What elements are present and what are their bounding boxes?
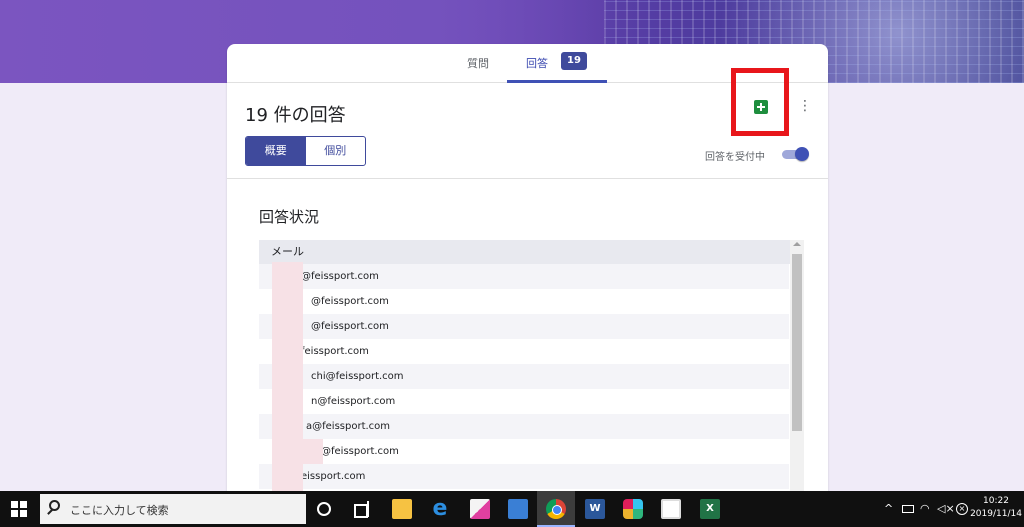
summary-view-button[interactable]: 概要 — [246, 137, 306, 165]
taskbar: ここに入力して検索 e W X ^ ◠ ◁× × 10:22 2019/11/1… — [0, 491, 1024, 527]
word-icon[interactable]: W — [585, 499, 605, 519]
task-view-icon[interactable] — [354, 501, 370, 518]
paint-icon[interactable] — [470, 499, 490, 519]
table-body: @feissport.com @feissport.com @feissport.c… — [259, 264, 804, 489]
volume-icon[interactable]: ◁× — [937, 501, 955, 517]
scroll-up-arrow[interactable] — [793, 242, 801, 246]
photos-icon[interactable] — [661, 499, 681, 519]
clock-date: 2019/11/14 — [970, 509, 1022, 519]
tab-responses[interactable]: 回答 — [526, 55, 548, 71]
responses-count-badge: 19 — [561, 52, 587, 70]
file-explorer-icon[interactable] — [392, 499, 412, 519]
table-row: @feissport.com — [259, 314, 789, 339]
responses-card: 質問 回答 19 19 件の回答 概要 個別 ⋮ 回答を受付中 回答状況 メール… — [227, 44, 828, 494]
chrome-icon[interactable] — [546, 499, 566, 519]
table-row: @feissport.com — [259, 439, 789, 464]
view-toggle: 概要 個別 — [245, 136, 366, 166]
search-placeholder: ここに入力して検索 — [70, 504, 169, 517]
more-options-icon[interactable]: ⋮ — [798, 98, 812, 114]
section-title: 回答状況 — [259, 208, 320, 226]
responses-title: 19 件の回答 — [245, 105, 346, 126]
table-row: feissport.com — [259, 339, 789, 364]
email-table: メール @feissport.com @feissport.com @feisspo… — [259, 240, 804, 494]
internet-explorer-icon[interactable]: e — [430, 498, 450, 520]
taskbar-clock[interactable]: 10:22 2019/11/14 — [968, 495, 1024, 521]
table-row: a@feissport.com — [259, 414, 789, 439]
remote-desktop-icon[interactable] — [508, 499, 528, 519]
divider — [227, 178, 828, 179]
redaction-block — [272, 262, 303, 493]
toggle-knob — [795, 147, 809, 161]
table-header: メール — [259, 240, 804, 264]
wifi-icon[interactable]: ◠ — [920, 501, 930, 517]
table-row: n@feissport.com — [259, 389, 789, 414]
notification-icon[interactable]: × — [956, 503, 968, 515]
show-hidden-icons-icon[interactable]: ^ — [884, 501, 893, 517]
accepting-responses-label: 回答を受付中 — [705, 152, 765, 163]
tab-questions[interactable]: 質問 — [467, 55, 489, 71]
taskbar-search-input[interactable]: ここに入力して検索 — [40, 494, 306, 524]
table-row: @feissport.com — [259, 264, 789, 289]
table-row: eissport.com — [259, 464, 789, 489]
redaction-block — [303, 439, 323, 464]
individual-view-button[interactable]: 個別 — [306, 137, 366, 165]
slack-icon[interactable] — [623, 499, 643, 519]
excel-icon[interactable]: X — [700, 499, 720, 519]
active-tab-indicator — [507, 80, 607, 83]
scroll-thumb[interactable] — [792, 254, 802, 431]
battery-icon[interactable] — [902, 505, 914, 513]
cortana-icon[interactable] — [317, 502, 331, 516]
windows-start-icon[interactable] — [11, 501, 27, 517]
clock-time: 10:22 — [983, 496, 1009, 506]
table-scrollbar[interactable] — [790, 240, 804, 494]
search-icon — [49, 500, 60, 511]
sheets-icon[interactable] — [754, 100, 768, 114]
table-row: @feissport.com — [259, 289, 789, 314]
table-row: chi@feissport.com — [259, 364, 789, 389]
accepting-responses-toggle[interactable] — [780, 147, 809, 161]
